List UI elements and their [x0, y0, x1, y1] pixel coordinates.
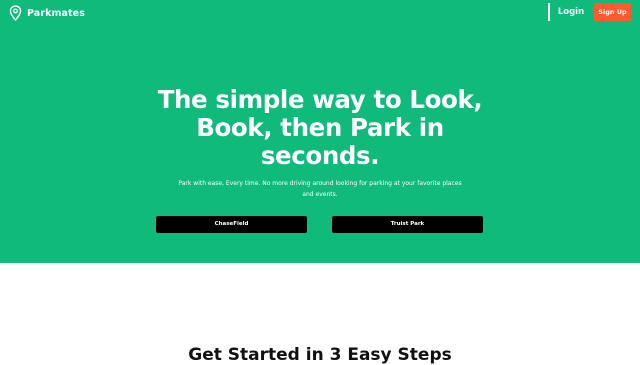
location-button-truist-park[interactable]: Truist Park — [332, 216, 483, 233]
headline-bold-book-park: Book, then Park — [196, 113, 411, 142]
nav-divider — [548, 3, 550, 21]
signup-button[interactable]: Sign Up — [594, 3, 631, 21]
brand-name: Parkmates — [27, 7, 85, 19]
hero-tagline: Park with ease, Every time. No more driv… — [178, 180, 462, 198]
hero-headline: The simple way to Look, Book, then Park … — [140, 86, 500, 170]
headline-text: seconds. — [260, 141, 380, 170]
headline-bold-look: Look, — [409, 85, 483, 114]
steps-section-title: Get Started in 3 Easy Steps — [188, 345, 452, 365]
login-link[interactable]: Login — [556, 4, 586, 20]
hero-section: Parkmates Login Sign Up The simple way t… — [0, 0, 640, 263]
brand-logo[interactable]: Parkmates — [9, 5, 85, 21]
headline-text: in — [410, 113, 444, 142]
map-pin-icon — [9, 5, 22, 21]
headline-text: The simple way to — [157, 85, 410, 114]
location-button-chasefield[interactable]: ChaseField — [156, 216, 307, 233]
